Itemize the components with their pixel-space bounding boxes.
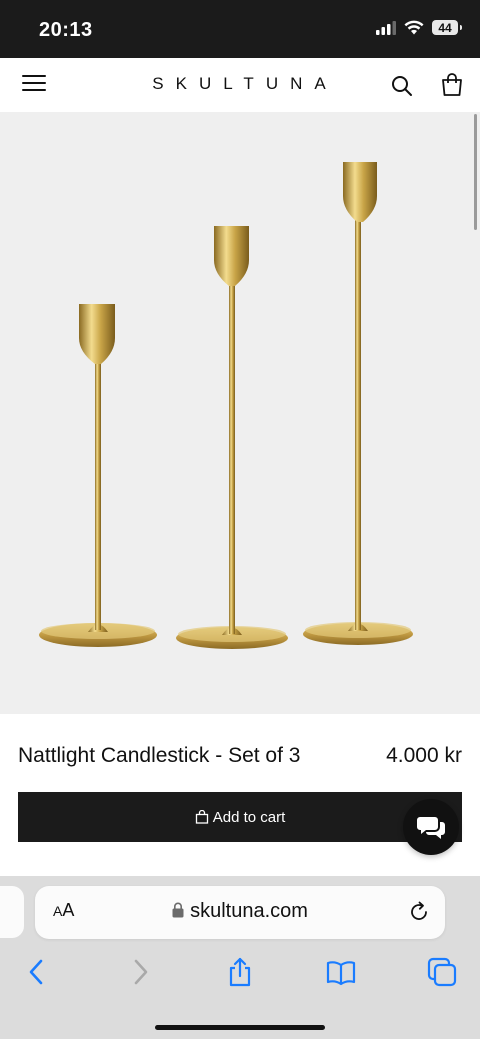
- shopping-bag-icon[interactable]: [440, 73, 464, 97]
- scrollbar-thumb[interactable]: [474, 114, 477, 230]
- site-header: SKULTUNA: [0, 58, 480, 112]
- browser-toolbar: AA skultuna.com: [0, 876, 480, 1039]
- chat-button[interactable]: [403, 799, 459, 855]
- status-bar: 20:13 44: [0, 0, 480, 58]
- medium-candlestick: [176, 226, 288, 649]
- url-text: skultuna.com: [190, 900, 308, 922]
- share-icon[interactable]: [224, 956, 256, 988]
- lock-icon: [172, 902, 184, 918]
- chat-bubbles-icon: [417, 817, 445, 839]
- status-icons: 44: [376, 20, 462, 35]
- address-bar[interactable]: AA skultuna.com: [35, 886, 445, 939]
- url-display[interactable]: skultuna.com: [35, 900, 445, 923]
- battery-indicator: 44: [432, 20, 462, 35]
- reload-icon[interactable]: [407, 900, 431, 924]
- search-icon[interactable]: [391, 75, 413, 97]
- forward-chevron-icon[interactable]: [124, 956, 156, 988]
- add-to-cart-label: Add to cart: [212, 808, 286, 826]
- candlestick-set-image: [39, 162, 413, 649]
- status-time: 20:13: [39, 19, 93, 41]
- tall-candlestick: [303, 162, 413, 645]
- add-to-cart-button[interactable]: Add to cart: [18, 792, 462, 842]
- back-chevron-icon[interactable]: [21, 956, 53, 988]
- short-candlestick: [39, 304, 157, 647]
- bookmarks-book-icon[interactable]: [325, 956, 357, 988]
- home-indicator[interactable]: [155, 1025, 325, 1030]
- product-title: Nattlight Candlestick - Set of 3: [18, 744, 301, 767]
- cellular-signal-icon: [376, 20, 396, 35]
- previous-tab-preview[interactable]: [0, 886, 24, 938]
- product-price: 4.000 kr: [386, 744, 462, 767]
- bag-icon: [195, 810, 208, 824]
- product-image[interactable]: [0, 112, 480, 714]
- wifi-icon: [404, 20, 424, 35]
- tabs-overview-icon[interactable]: [426, 956, 458, 988]
